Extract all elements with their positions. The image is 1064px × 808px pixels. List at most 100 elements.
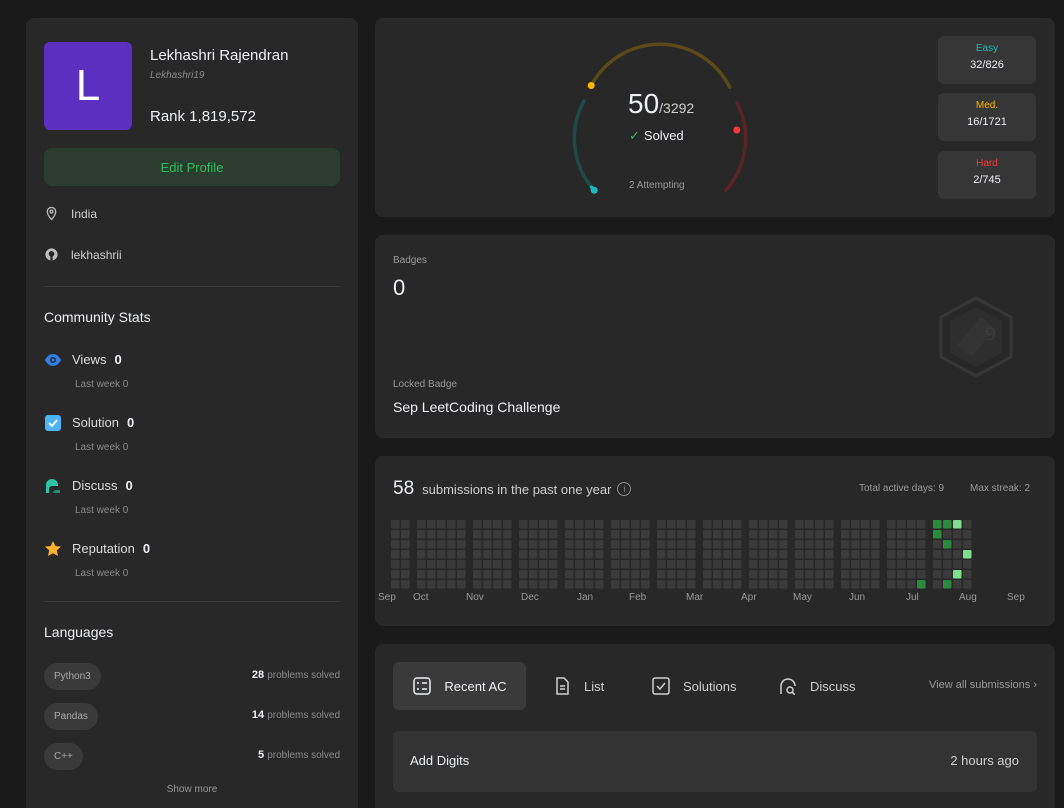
heatmap-cell[interactable]: [841, 550, 850, 559]
heatmap-cell[interactable]: [805, 570, 814, 579]
heatmap-cell[interactable]: [595, 580, 604, 589]
heatmap-cell[interactable]: [457, 570, 466, 579]
heatmap-cell[interactable]: [723, 540, 732, 549]
heatmap-cell[interactable]: [539, 580, 548, 589]
heatmap-cell[interactable]: [621, 540, 630, 549]
heatmap-cell[interactable]: [427, 580, 436, 589]
heatmap-cell[interactable]: [621, 530, 630, 539]
heatmap-cell[interactable]: [437, 560, 446, 569]
heatmap-cell[interactable]: [447, 560, 456, 569]
heatmap-cell[interactable]: [575, 520, 584, 529]
heatmap-cell[interactable]: [897, 550, 906, 559]
heatmap-cell[interactable]: [447, 530, 456, 539]
heatmap-cell[interactable]: [621, 580, 630, 589]
heatmap-cell[interactable]: [493, 580, 502, 589]
medium-box[interactable]: Med. 16/1721: [938, 93, 1036, 141]
heatmap-cell[interactable]: [769, 580, 778, 589]
heatmap-cell[interactable]: [933, 550, 942, 559]
heatmap-cell[interactable]: [457, 540, 466, 549]
heatmap-cell[interactable]: [861, 580, 870, 589]
heatmap-cell[interactable]: [417, 540, 426, 549]
heatmap-cell[interactable]: [595, 570, 604, 579]
heatmap-cell[interactable]: [417, 580, 426, 589]
heatmap-cell[interactable]: [611, 520, 620, 529]
heatmap-cell[interactable]: [963, 580, 972, 589]
heatmap-cell[interactable]: [749, 570, 758, 579]
heatmap-cell[interactable]: [391, 530, 400, 539]
heatmap-cell[interactable]: [391, 550, 400, 559]
heatmap-cell[interactable]: [549, 570, 558, 579]
heatmap-cell[interactable]: [417, 550, 426, 559]
heatmap-cell[interactable]: [575, 580, 584, 589]
heatmap-cell[interactable]: [437, 550, 446, 559]
heatmap-cell[interactable]: [887, 530, 896, 539]
heatmap-cell[interactable]: [723, 570, 732, 579]
heatmap-cell[interactable]: [549, 550, 558, 559]
heatmap-cell[interactable]: [723, 530, 732, 539]
heatmap-cell[interactable]: [549, 540, 558, 549]
heatmap-cell[interactable]: [815, 540, 824, 549]
heatmap-cell[interactable]: [943, 560, 952, 569]
heatmap-cell[interactable]: [667, 520, 676, 529]
heatmap-cell[interactable]: [539, 520, 548, 529]
heatmap-cell[interactable]: [851, 540, 860, 549]
heatmap-cell[interactable]: [641, 530, 650, 539]
heatmap-cell[interactable]: [437, 580, 446, 589]
heatmap-cell[interactable]: [933, 570, 942, 579]
heatmap-cell[interactable]: [483, 540, 492, 549]
heatmap-cell[interactable]: [943, 530, 952, 539]
heatmap-cell[interactable]: [759, 570, 768, 579]
heatmap-cell[interactable]: [657, 520, 666, 529]
heatmap-cell[interactable]: [733, 550, 742, 559]
heatmap-cell[interactable]: [805, 550, 814, 559]
heatmap-cell[interactable]: [759, 550, 768, 559]
heatmap-cell[interactable]: [575, 540, 584, 549]
heatmap-cell[interactable]: [687, 550, 696, 559]
heatmap-cell[interactable]: [473, 580, 482, 589]
heatmap-cell[interactable]: [841, 530, 850, 539]
heatmap-cell[interactable]: [519, 540, 528, 549]
heatmap-cell[interactable]: [641, 570, 650, 579]
heatmap-cell[interactable]: [473, 550, 482, 559]
heatmap-cell[interactable]: [795, 520, 804, 529]
heatmap-cell[interactable]: [437, 570, 446, 579]
tab-list[interactable]: List: [552, 662, 604, 710]
heatmap-cell-active[interactable]: [963, 550, 972, 559]
heatmap-cell[interactable]: [871, 580, 880, 589]
heatmap-cell[interactable]: [759, 530, 768, 539]
heatmap-cell[interactable]: [749, 520, 758, 529]
heatmap-cell[interactable]: [677, 520, 686, 529]
heatmap-cell[interactable]: [733, 580, 742, 589]
heatmap-cell[interactable]: [749, 550, 758, 559]
heatmap-cell[interactable]: [841, 560, 850, 569]
heatmap-cell[interactable]: [493, 540, 502, 549]
heatmap-cell[interactable]: [565, 570, 574, 579]
heatmap-cell[interactable]: [437, 520, 446, 529]
heatmap-cell[interactable]: [585, 560, 594, 569]
heatmap-cell[interactable]: [391, 540, 400, 549]
heatmap-cell[interactable]: [503, 530, 512, 539]
heatmap-cell[interactable]: [713, 550, 722, 559]
heatmap-cell[interactable]: [703, 550, 712, 559]
heatmap-cell[interactable]: [621, 520, 630, 529]
heatmap-cell-active[interactable]: [943, 580, 952, 589]
heatmap-cell[interactable]: [907, 570, 916, 579]
heatmap-cell[interactable]: [575, 560, 584, 569]
heatmap-cell[interactable]: [871, 550, 880, 559]
heatmap-cell[interactable]: [483, 550, 492, 559]
heatmap-cell[interactable]: [391, 580, 400, 589]
heatmap-cell[interactable]: [795, 530, 804, 539]
heatmap-cell[interactable]: [723, 520, 732, 529]
heatmap-cell[interactable]: [887, 570, 896, 579]
heatmap-cell[interactable]: [917, 560, 926, 569]
heatmap-cell[interactable]: [493, 560, 502, 569]
heatmap-cell[interactable]: [529, 530, 538, 539]
heatmap-cell[interactable]: [703, 580, 712, 589]
heatmap-cell[interactable]: [549, 530, 558, 539]
heatmap-cell[interactable]: [887, 540, 896, 549]
heatmap-cell[interactable]: [483, 530, 492, 539]
heatmap-cell[interactable]: [529, 560, 538, 569]
heatmap-cell[interactable]: [473, 560, 482, 569]
heatmap-cell[interactable]: [825, 550, 834, 559]
heatmap-cell[interactable]: [631, 550, 640, 559]
